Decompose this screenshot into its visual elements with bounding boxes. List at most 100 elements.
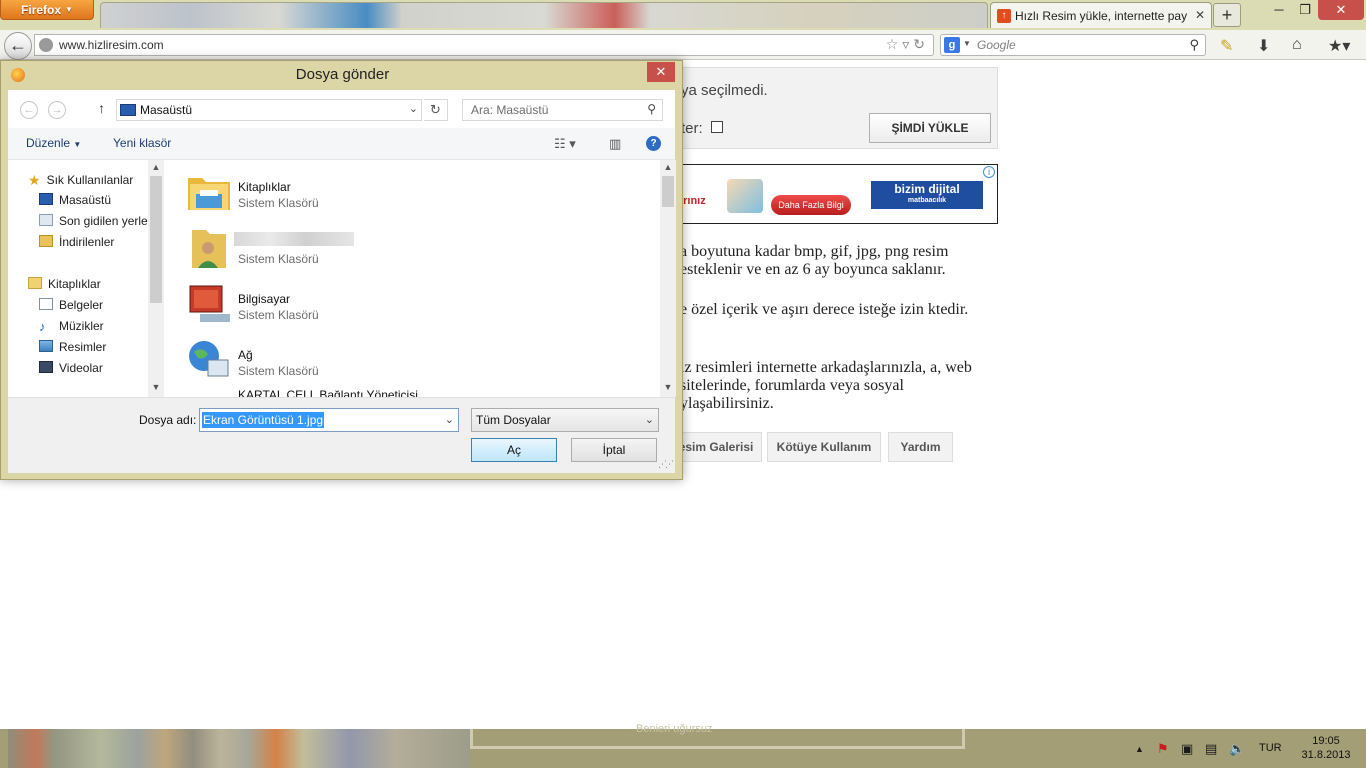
tab-active[interactable]: ↑ Hızlı Resim yükle, internette pay... ✕ (990, 2, 1212, 28)
info-paragraph-1: a boyutuna kadar bmp, gif, jpg, png resi… (680, 243, 949, 278)
nav-item-videos[interactable]: Videolar (39, 361, 103, 379)
abuse-tab[interactable]: Kötüye Kullanım (767, 432, 881, 462)
nav-item-desktop[interactable]: Masaüstü (39, 193, 111, 211)
filter-checkbox[interactable] (711, 121, 723, 133)
chevron-down-icon[interactable]: ⌄ (445, 413, 454, 426)
music-note-icon: ♪ (39, 319, 46, 334)
file-item-libraries[interactable]: Kitaplıklar Sistem Klasörü (166, 164, 656, 218)
file-item-cut-off[interactable]: KARTAL CELL Bağlantı Yöneticisi (166, 388, 656, 397)
nav-scrollbar[interactable]: ▲ ▼ (148, 160, 164, 397)
browser-titlebar: Firefox ▼ ↑ Hızlı Resim yükle, internett… (0, 0, 1366, 30)
file-item-user[interactable]: Sistem Klasörü (166, 220, 656, 274)
refresh-button[interactable]: ↻ (424, 99, 448, 121)
ad-banner[interactable]: arınız Daha Fazla Bilgi bizim dijital ma… (670, 164, 998, 224)
forward-arrow-icon[interactable]: → (48, 101, 66, 119)
address-text: Masaüstü (140, 103, 193, 117)
nav-item-label: Resimler (59, 340, 107, 354)
url-bar[interactable]: www.hizliresim.com ☆▿↻ (34, 34, 934, 56)
nav-item-label: Masaüstü (59, 193, 112, 207)
taskbar-ghost-frame (470, 729, 965, 749)
desktop-icon (120, 104, 136, 116)
chevron-down-icon: ⌄ (644, 414, 654, 426)
up-arrow-icon[interactable]: ↑ (98, 100, 105, 116)
nav-item-label: İndirilenler (59, 235, 115, 249)
scroll-up-icon[interactable]: ▲ (660, 162, 676, 172)
nav-item-downloads[interactable]: İndirilenler (39, 235, 114, 253)
new-folder-button[interactable]: Yeni klasör (113, 136, 171, 150)
help-icon[interactable]: ? (646, 136, 661, 151)
nav-item-pictures[interactable]: Resimler (39, 340, 106, 358)
search-icon[interactable]: ⚲ (1189, 37, 1199, 53)
user-name-redacted (234, 232, 354, 246)
file-list-scrollbar[interactable]: ▲ ▼ (660, 160, 676, 397)
filetype-select[interactable]: Tüm Dosyalar ⌄ (471, 408, 659, 432)
nav-item-recent[interactable]: Son gidilen yerler (39, 214, 152, 232)
bookmark-star-icon[interactable]: ☆▿↻ (886, 36, 929, 53)
back-arrow-icon[interactable]: ← (20, 101, 38, 119)
scroll-down-icon[interactable]: ▼ (148, 382, 164, 392)
filename-value: Ekran Görüntüsü 1.jpg (202, 412, 325, 428)
taskbar-apps-blurred[interactable] (8, 729, 470, 768)
open-button[interactable]: Aç (471, 438, 557, 462)
engine-dropdown-icon[interactable]: ▼ (963, 39, 971, 48)
addon-icon[interactable]: ✎ (1220, 36, 1233, 56)
action-center-flag-icon[interactable]: ⚑ (1157, 741, 1169, 757)
back-button[interactable]: ← (4, 32, 32, 60)
dialog-search-placeholder: Ara: Masaüstü (471, 103, 549, 117)
close-window-button[interactable]: ✕ (1318, 0, 1364, 20)
ad-brand-logo: bizim dijital matbaacılık (871, 181, 983, 209)
nav-item-label: Müzikler (59, 319, 104, 333)
help-tab[interactable]: Yardım (888, 432, 953, 462)
tab-title: Hızlı Resim yükle, internette pay... (1015, 9, 1187, 23)
file-item-computer[interactable]: Bilgisayar Sistem Klasörü (166, 276, 656, 330)
show-hidden-icons-icon[interactable]: ▲ (1135, 744, 1144, 754)
organize-menu[interactable]: Düzenle ▼ (26, 136, 81, 150)
nav-scroll-thumb[interactable] (150, 176, 162, 303)
upload-now-button[interactable]: ŞİMDİ YÜKLE (869, 113, 991, 143)
nav-libraries-header[interactable]: Kitaplıklar (28, 277, 101, 295)
restore-button[interactable]: ❐ (1290, 0, 1320, 20)
ad-info-icon[interactable]: i (983, 166, 995, 178)
tab-blurred[interactable] (100, 2, 988, 28)
scroll-down-icon[interactable]: ▼ (660, 382, 676, 392)
language-indicator[interactable]: TUR (1259, 742, 1282, 754)
home-icon[interactable]: ⌂ (1292, 36, 1302, 54)
nav-favorites-header[interactable]: ★ Sık Kullanılanlar (28, 172, 133, 190)
close-tab-icon[interactable]: ✕ (1195, 8, 1205, 22)
download-icon[interactable]: ⬇ (1257, 36, 1270, 56)
ad-more-info-button[interactable]: Daha Fazla Bilgi (771, 195, 851, 215)
chevron-down-icon[interactable]: ⌄ (409, 102, 418, 115)
scroll-up-icon[interactable]: ▲ (148, 162, 164, 172)
network-signal-icon[interactable]: ▤ (1205, 741, 1217, 757)
system-clock[interactable]: 19:05 31.8.2013 (1296, 734, 1356, 762)
document-icon (39, 298, 53, 310)
new-tab-button[interactable]: + (1213, 3, 1241, 27)
search-bar[interactable]: g ▼ Google ⚲ (940, 34, 1206, 56)
resize-grip-icon[interactable]: ⋰⋰ (658, 459, 674, 470)
google-icon[interactable]: g (944, 37, 960, 53)
address-breadcrumb[interactable]: Masaüstü ⌄ (116, 99, 422, 121)
volume-icon[interactable]: 🔈 (1229, 741, 1245, 757)
gallery-tab[interactable]: esim Galerisi (670, 432, 762, 462)
nav-item-music[interactable]: ♪ Müzikler (39, 319, 104, 337)
user-folder-icon (192, 230, 226, 268)
file-name: Bilgisayar (238, 292, 291, 306)
network-adapter-icon[interactable]: ▣ (1181, 741, 1193, 757)
nav-item-documents[interactable]: Belgeler (39, 298, 103, 316)
cancel-button[interactable]: İptal (571, 438, 657, 462)
file-type: Sistem Klasörü (238, 364, 319, 378)
bookmarks-menu-icon[interactable]: ★▾ (1328, 36, 1350, 56)
preview-pane-icon[interactable]: ▥ (609, 136, 621, 152)
filename-input[interactable]: Ekran Görüntüsü 1.jpg ⌄ (199, 408, 459, 432)
dialog-search-input[interactable]: Ara: Masaüstü ⚲ (462, 99, 663, 121)
dialog-close-button[interactable]: ✕ (647, 62, 675, 82)
firefox-menu-button[interactable]: Firefox ▼ (0, 0, 94, 20)
clock-time: 19:05 (1312, 735, 1340, 747)
file-scroll-thumb[interactable] (662, 176, 674, 207)
taskbar-ghost-text: Benieri uğursuz (636, 723, 713, 735)
film-icon (39, 361, 53, 373)
upload-status: ya seçilmedi. (681, 82, 768, 99)
file-item-network[interactable]: Ağ Sistem Klasörü (166, 332, 656, 386)
view-options-icon[interactable]: ☷ ▾ (554, 136, 576, 152)
file-name: Kitaplıklar (238, 180, 291, 194)
